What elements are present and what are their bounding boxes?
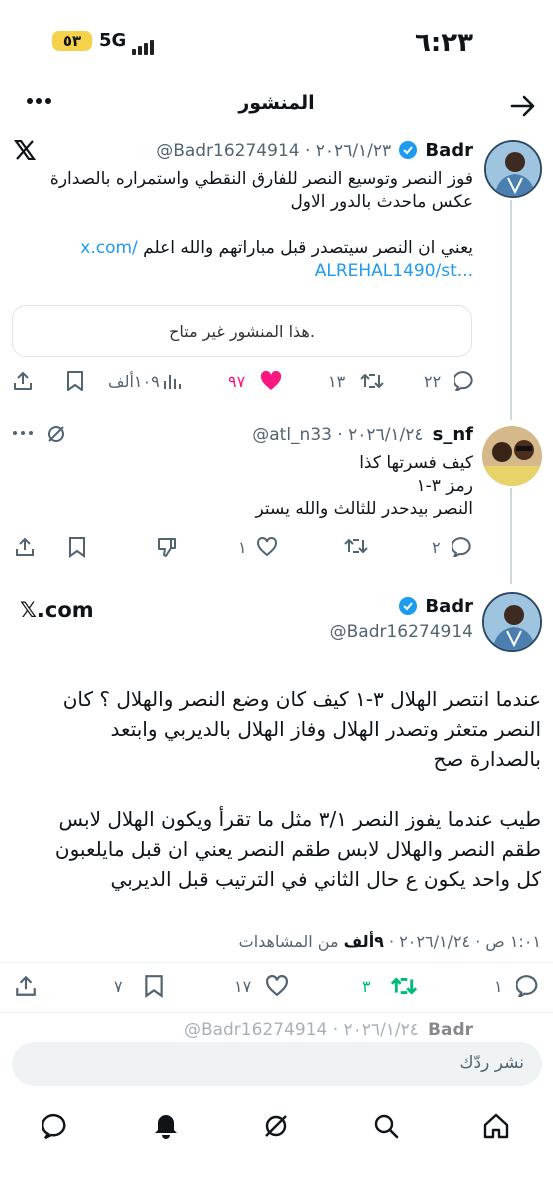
bookmark-icon[interactable] [66, 370, 84, 392]
text-line: يعني ان النصر سيتصدر قبل مباراتهم والله … [80, 238, 473, 258]
reply-count: ٢٢ [424, 372, 442, 391]
timestamp: ١:٠١ ص · ٢٠٢٦/١/٢٤ · [389, 932, 541, 951]
handle-date: @Badr16274914 · ٢٠٢٦/١/٢٣ [156, 141, 392, 161]
reply-button[interactable]: ٢ [432, 536, 474, 558]
repost-count: ١٣ [328, 372, 346, 391]
tweet-link[interactable]: ALREHAL1490/st... [13, 260, 473, 283]
verified-badge-icon [399, 597, 418, 615]
tweet-link[interactable]: x.com/ [80, 238, 138, 258]
search-icon[interactable] [372, 1112, 400, 1140]
text-line: النصر بيدحدر للثالث والله يستر [255, 499, 473, 519]
like-count: ٩٧ [228, 372, 246, 391]
bookmark-icon [145, 975, 163, 998]
views-count: ١٠٩ألف [108, 372, 160, 391]
bookmark-icon[interactable] [68, 536, 86, 558]
like-count: ١٧ [234, 977, 252, 996]
share-icon[interactable] [12, 370, 34, 392]
divider [0, 1012, 553, 1013]
author-handle: @Badr16274914 [329, 622, 473, 642]
tweet-header: Badr @Badr16274914 · ٢٠٢٦/١/٢٣ [53, 140, 473, 166]
status-bar: ٥٣ 5G ٦:٢٣ [0, 0, 553, 84]
views-icon [164, 375, 181, 389]
dislike-icon[interactable] [156, 536, 178, 558]
heart-filled-icon [260, 371, 282, 390]
page-title: المنشور [238, 92, 315, 114]
reply-icon [454, 371, 473, 391]
heart-icon [266, 975, 288, 997]
reply-count: ١ [494, 977, 503, 996]
thread-connector [510, 200, 512, 420]
home-icon[interactable] [482, 1112, 510, 1140]
battery-indicator: ٥٣ [52, 31, 92, 51]
like-button[interactable]: ١ [238, 536, 278, 558]
verified-badge-icon [399, 141, 418, 159]
tweet-text: كيف فسرتها كذا رمز ٣-١ النصر بيدحدر للثا… [73, 452, 473, 521]
text-line: عندما انتصر الهلال ٣-١ كيف كان وضع النصر… [62, 687, 541, 711]
tweet-text: فوز النصر وتوسيع النصر للفارق النقطي واس… [13, 168, 473, 283]
views-button[interactable]: ١٠٩ألف [108, 370, 188, 392]
views-label: من المشاهدات [238, 932, 339, 951]
repost-button[interactable]: ٣ [362, 974, 418, 998]
share-icon[interactable] [14, 536, 36, 558]
text-line: طقم النصر والهلال لابس طقم النصر يعني ان… [54, 837, 541, 861]
notifications-icon[interactable] [152, 1112, 180, 1140]
share-icon[interactable] [14, 974, 38, 998]
reply-button[interactable]: ٢٢ [424, 370, 476, 392]
tweet-meta: ١:٠١ ص · ٢٠٢٦/١/٢٤ · ٩ألف من المشاهدات [11, 932, 541, 951]
reply-count: ٢ [432, 538, 441, 557]
grok-icon[interactable] [46, 424, 66, 444]
signal-icon [132, 36, 156, 55]
reply-placeholder: نشر ردّك [459, 1053, 524, 1073]
like-count: ١ [238, 538, 247, 557]
tweet-header: s_nf @atl_n33 · ٢٠٢٦/١/٢٤ [143, 424, 473, 450]
avatar[interactable] [482, 426, 542, 486]
reply-icon [516, 975, 538, 997]
bookmark-button[interactable]: ٧ [114, 974, 164, 998]
author-name[interactable]: Badr [425, 140, 473, 161]
messages-icon[interactable] [42, 1112, 70, 1140]
network-label: 5G [99, 30, 127, 51]
text-line: رمز ٣-١ [416, 476, 473, 496]
x-logo-icon [14, 140, 36, 160]
text-line: النصر متعثر وتصدر الهلال وفاز الهلال بال… [110, 717, 541, 741]
thread-connector [510, 488, 512, 584]
text-line: بالصدارة صح [433, 747, 541, 771]
main-tweet-text: عندما انتصر الهلال ٣-١ كيف كان وضع النصر… [11, 684, 541, 894]
divider [0, 962, 553, 963]
avatar[interactable] [484, 140, 542, 198]
clock: ٦:٢٣ [414, 28, 473, 58]
like-button[interactable]: ١٧ [234, 974, 290, 998]
avatar[interactable] [482, 592, 542, 652]
partial-tweet-header: Badr @Badr16274914 · ٢٠٢٦/١/٢٤ [53, 1020, 473, 1038]
handle-date: @atl_n33 · ٢٠٢٦/١/٢٤ [252, 425, 424, 445]
author-name[interactable]: s_nf [433, 424, 473, 445]
views-number: ٩ألف [343, 932, 384, 951]
text-line: طيب عندما يفوز النصر ٣/١ مثل ما تقرأ ويك… [58, 807, 542, 831]
text-line: كيف فسرتها كذا [359, 453, 473, 473]
back-arrow-icon[interactable] [510, 94, 536, 118]
author-name[interactable]: Badr [425, 596, 473, 617]
handle-date: @Badr16274914 · ٢٠٢٦/١/٢٤ [183, 1020, 419, 1038]
repost-icon[interactable] [344, 536, 368, 556]
text-line: عكس ماحدث بالدور الاول [290, 192, 473, 212]
reply-icon [452, 537, 471, 557]
bookmark-count: ٧ [114, 977, 123, 996]
repost-icon [360, 373, 384, 389]
heart-icon [257, 537, 277, 557]
like-button[interactable]: ٩٧ [228, 370, 284, 392]
reply-button[interactable]: ١ [494, 974, 542, 998]
more-options-icon[interactable] [12, 430, 34, 436]
text-line: فوز النصر وتوسيع النصر للفارق النقطي واس… [49, 169, 473, 189]
source-label: 𝕏.com [20, 598, 94, 622]
author-block[interactable]: Badr @Badr16274914 [213, 596, 473, 646]
text-line: كل واحد يكون ع حال الثاني في الترتيب قبل… [110, 867, 541, 891]
repost-button[interactable]: ١٣ [328, 370, 388, 392]
unavailable-post-card[interactable]: هذا المنشور غير متاح. [12, 305, 472, 357]
repost-count: ٣ [362, 977, 371, 996]
author-name: Badr [428, 1020, 473, 1038]
grok-icon[interactable] [262, 1112, 290, 1140]
repost-active-icon [390, 977, 418, 995]
bottom-navigation [0, 1100, 553, 1160]
reply-input[interactable]: نشر ردّك [12, 1042, 542, 1086]
